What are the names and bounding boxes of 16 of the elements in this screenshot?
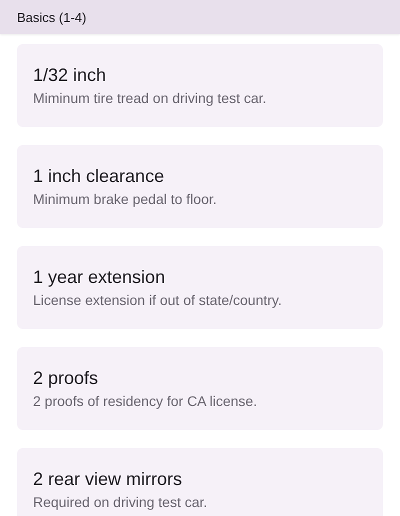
- card-title: 2 proofs: [33, 367, 100, 389]
- card-title: 2 rear view mirrors: [33, 468, 184, 490]
- card-subtitle: 2 proofs of residency for CA license.: [33, 392, 258, 410]
- card-subtitle: Minimum brake pedal to floor.: [33, 190, 218, 208]
- flashcard[interactable]: 2 proofs 2 proofs of residency for CA license.: [17, 347, 383, 430]
- card-subtitle: Miminum tire tread on driving test car.: [33, 89, 268, 107]
- card-title: 1 year extension: [33, 266, 166, 288]
- card-subtitle: License extension if out of state/country.: [33, 291, 283, 309]
- section-title: Basics (1-4): [17, 10, 86, 24]
- card-title: 1/32 inch: [33, 64, 108, 86]
- flashcard[interactable]: 1 year extension License extension if out of state/country.: [17, 246, 383, 329]
- flashcard[interactable]: 1 inch clearance Minimum brake pedal to floor.: [17, 145, 383, 228]
- flashcard[interactable]: 1/32 inch Miminum tire tread on driving test car.: [17, 44, 383, 127]
- card-subtitle: Required on driving test car.: [33, 493, 208, 511]
- flashcard[interactable]: 2 rear view mirrors Required on driving test car.: [17, 448, 383, 516]
- card-title: 1 inch clearance: [33, 165, 166, 187]
